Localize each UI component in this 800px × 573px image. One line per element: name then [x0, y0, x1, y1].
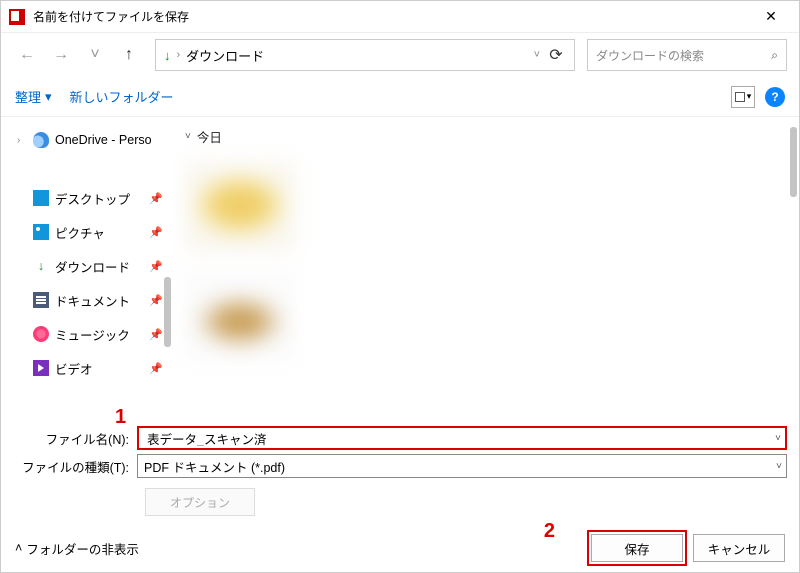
refresh-button[interactable]: ⟳ — [546, 41, 566, 69]
expand-icon[interactable]: › — [17, 135, 27, 146]
filetype-label: ファイルの種類(T): — [13, 457, 137, 476]
file-thumbnail[interactable] — [185, 272, 295, 362]
view-mode-button[interactable]: ▾ — [731, 86, 755, 108]
navigation-pane: › OneDrive - Perso デスクトップ 📌 ピクチャ 📌 ↓ ダウ — [1, 117, 171, 420]
forward-button[interactable]: → — [47, 41, 75, 69]
address-dropdown-icon[interactable]: ˅ — [534, 49, 540, 61]
sidebar-item-onedrive[interactable]: › OneDrive - Perso — [1, 123, 171, 157]
window-title: 名前を付けてファイルを保存 — [33, 8, 751, 25]
help-button[interactable]: ? — [765, 87, 785, 107]
sidebar-item-label: OneDrive - Perso — [55, 133, 152, 147]
save-button[interactable]: 保存 — [591, 534, 683, 562]
filename-label: ファイル名(N): — [13, 429, 137, 448]
pin-icon: 📌 — [149, 192, 163, 205]
search-input[interactable]: ダウンロードの検索 ⌕ — [587, 39, 787, 71]
sidebar-item-label: ミュージック — [55, 325, 130, 344]
sidebar-item-videos[interactable]: ビデオ 📌 — [1, 351, 171, 385]
pin-icon: 📌 — [149, 362, 163, 375]
body-area: › OneDrive - Perso デスクトップ 📌 ピクチャ 📌 ↓ ダウ — [1, 117, 799, 420]
chevron-down-icon: ▾ — [747, 91, 752, 102]
save-dialog-window: 名前を付けてファイルを保存 ✕ ← → ˅ ↑ ↓ › ダウンロード ˅ ⟳ ダ… — [0, 0, 800, 573]
desktop-icon — [33, 190, 49, 206]
sidebar-item-pictures[interactable]: ピクチャ 📌 — [1, 215, 171, 249]
content-scrollbar[interactable] — [790, 127, 797, 197]
titlebar: 名前を付けてファイルを保存 ✕ — [1, 1, 799, 33]
filename-input[interactable]: ˅ — [137, 426, 787, 450]
hide-folders-label: フォルダーの非表示 — [26, 539, 139, 558]
cloud-icon — [33, 132, 49, 148]
sidebar-item-label: ダウンロード — [55, 257, 130, 276]
annotation-1: 1 — [115, 406, 126, 429]
breadcrumb-folder[interactable]: ダウンロード — [186, 46, 264, 65]
download-icon: ↓ — [33, 258, 49, 274]
form-area: 1 ファイル名(N): ˅ ファイルの種類(T): PDF ドキュメント (*.… — [1, 420, 799, 524]
hide-folders-toggle[interactable]: ˄ フォルダーの非表示 — [15, 539, 139, 558]
options-button: オプション — [145, 488, 255, 516]
up-button[interactable]: ↑ — [115, 41, 143, 69]
address-bar[interactable]: ↓ › ダウンロード ˅ ⟳ — [155, 39, 575, 71]
filetype-select[interactable]: PDF ドキュメント (*.pdf) ˅ — [137, 454, 787, 478]
breadcrumb-separator: › — [177, 49, 181, 61]
filename-field[interactable] — [145, 430, 779, 446]
recent-button[interactable]: ˅ — [81, 41, 109, 69]
search-placeholder: ダウンロードの検索 — [596, 47, 704, 64]
sidebar-item-label: ビデオ — [55, 359, 93, 378]
new-folder-button[interactable]: 新しいフォルダー — [70, 87, 174, 106]
chevron-down-icon: ▾ — [45, 89, 52, 105]
file-thumbnail[interactable] — [185, 162, 295, 252]
close-button[interactable]: ✕ — [751, 8, 791, 25]
pin-icon: 📌 — [149, 226, 163, 239]
toolbar: 整理 ▾ 新しいフォルダー ▾ ? — [1, 77, 799, 117]
pin-icon: 📌 — [149, 294, 163, 307]
organize-label: 整理 — [15, 87, 41, 106]
music-icon — [33, 326, 49, 342]
sidebar-item-music[interactable]: ミュージック 📌 — [1, 317, 171, 351]
app-icon — [9, 9, 25, 25]
sidebar-item-documents[interactable]: ドキュメント 📌 — [1, 283, 171, 317]
footer: ˄ フォルダーの非表示 2 保存 キャンセル — [1, 524, 799, 572]
pin-icon: 📌 — [149, 328, 163, 341]
filetype-value: PDF ドキュメント (*.pdf) — [144, 457, 285, 476]
sidebar-item-desktop[interactable]: デスクトップ 📌 — [1, 181, 171, 215]
organize-menu[interactable]: 整理 ▾ — [15, 87, 52, 106]
download-folder-icon: ↓ — [164, 48, 171, 63]
document-icon — [33, 292, 49, 308]
sidebar-item-label: ドキュメント — [55, 291, 130, 310]
video-icon — [33, 360, 49, 376]
back-button[interactable]: ← — [13, 41, 41, 69]
annotation-2: 2 — [544, 520, 555, 543]
sidebar-scrollbar[interactable] — [164, 277, 171, 347]
chevron-down-icon[interactable]: ˅ — [776, 461, 782, 472]
group-label: 今日 — [197, 127, 222, 146]
nav-bar: ← → ˅ ↑ ↓ › ダウンロード ˅ ⟳ ダウンロードの検索 ⌕ — [1, 33, 799, 77]
search-icon: ⌕ — [771, 48, 778, 63]
cancel-button[interactable]: キャンセル — [693, 534, 785, 562]
chevron-down-icon[interactable]: ˅ — [775, 433, 781, 444]
sidebar-item-label: デスクトップ — [55, 189, 130, 208]
pin-icon: 📌 — [149, 260, 163, 273]
sidebar-item-downloads[interactable]: ↓ ダウンロード 📌 — [1, 249, 171, 283]
sidebar-item-label: ピクチャ — [55, 223, 105, 242]
pictures-icon — [33, 224, 49, 240]
chevron-up-icon: ˄ — [15, 541, 22, 555]
group-header-today[interactable]: ˅ 今日 — [171, 117, 799, 156]
group-expand-icon[interactable]: ˅ — [185, 131, 191, 142]
file-list-pane[interactable]: ˅ 今日 — [171, 117, 799, 420]
